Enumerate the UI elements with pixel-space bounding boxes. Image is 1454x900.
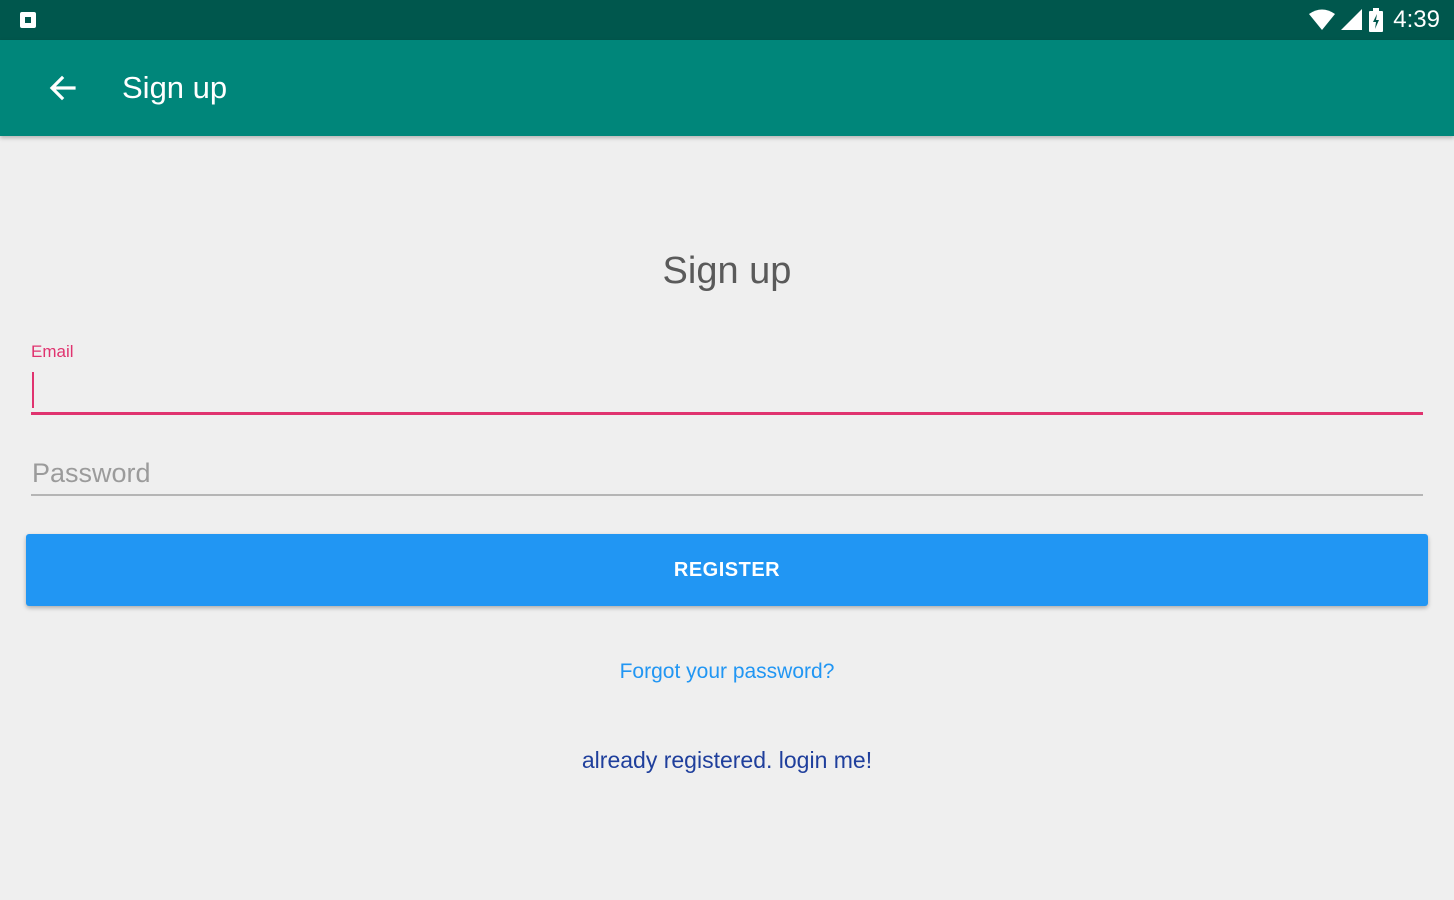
back-button[interactable]: [36, 62, 88, 114]
status-icons: 4:39: [1309, 4, 1440, 36]
app-bar: Sign up: [0, 40, 1454, 136]
text-cursor: [32, 372, 34, 408]
login-link[interactable]: already registered. login me!: [0, 747, 1454, 774]
notification-icon: [20, 12, 36, 28]
status-bar: 4:39: [0, 0, 1454, 40]
status-time: 4:39: [1393, 6, 1440, 33]
app-screen: 4:39 Sign up Sign up Email Password REGI…: [0, 0, 1454, 900]
forgot-password-link[interactable]: Forgot your password?: [0, 660, 1454, 684]
page-title: Sign up: [662, 250, 792, 292]
arrow-back-icon: [49, 75, 76, 101]
app-bar-title: Sign up: [122, 70, 228, 105]
register-button[interactable]: REGISTER: [26, 534, 1428, 606]
email-field[interactable]: [31, 368, 1423, 415]
password-field[interactable]: Password: [31, 452, 1423, 496]
signal-icon: [1341, 9, 1363, 31]
wifi-icon: [1309, 9, 1336, 31]
email-label: Email: [31, 342, 74, 361]
password-placeholder: Password: [32, 458, 151, 488]
battery-icon: [1369, 8, 1384, 32]
